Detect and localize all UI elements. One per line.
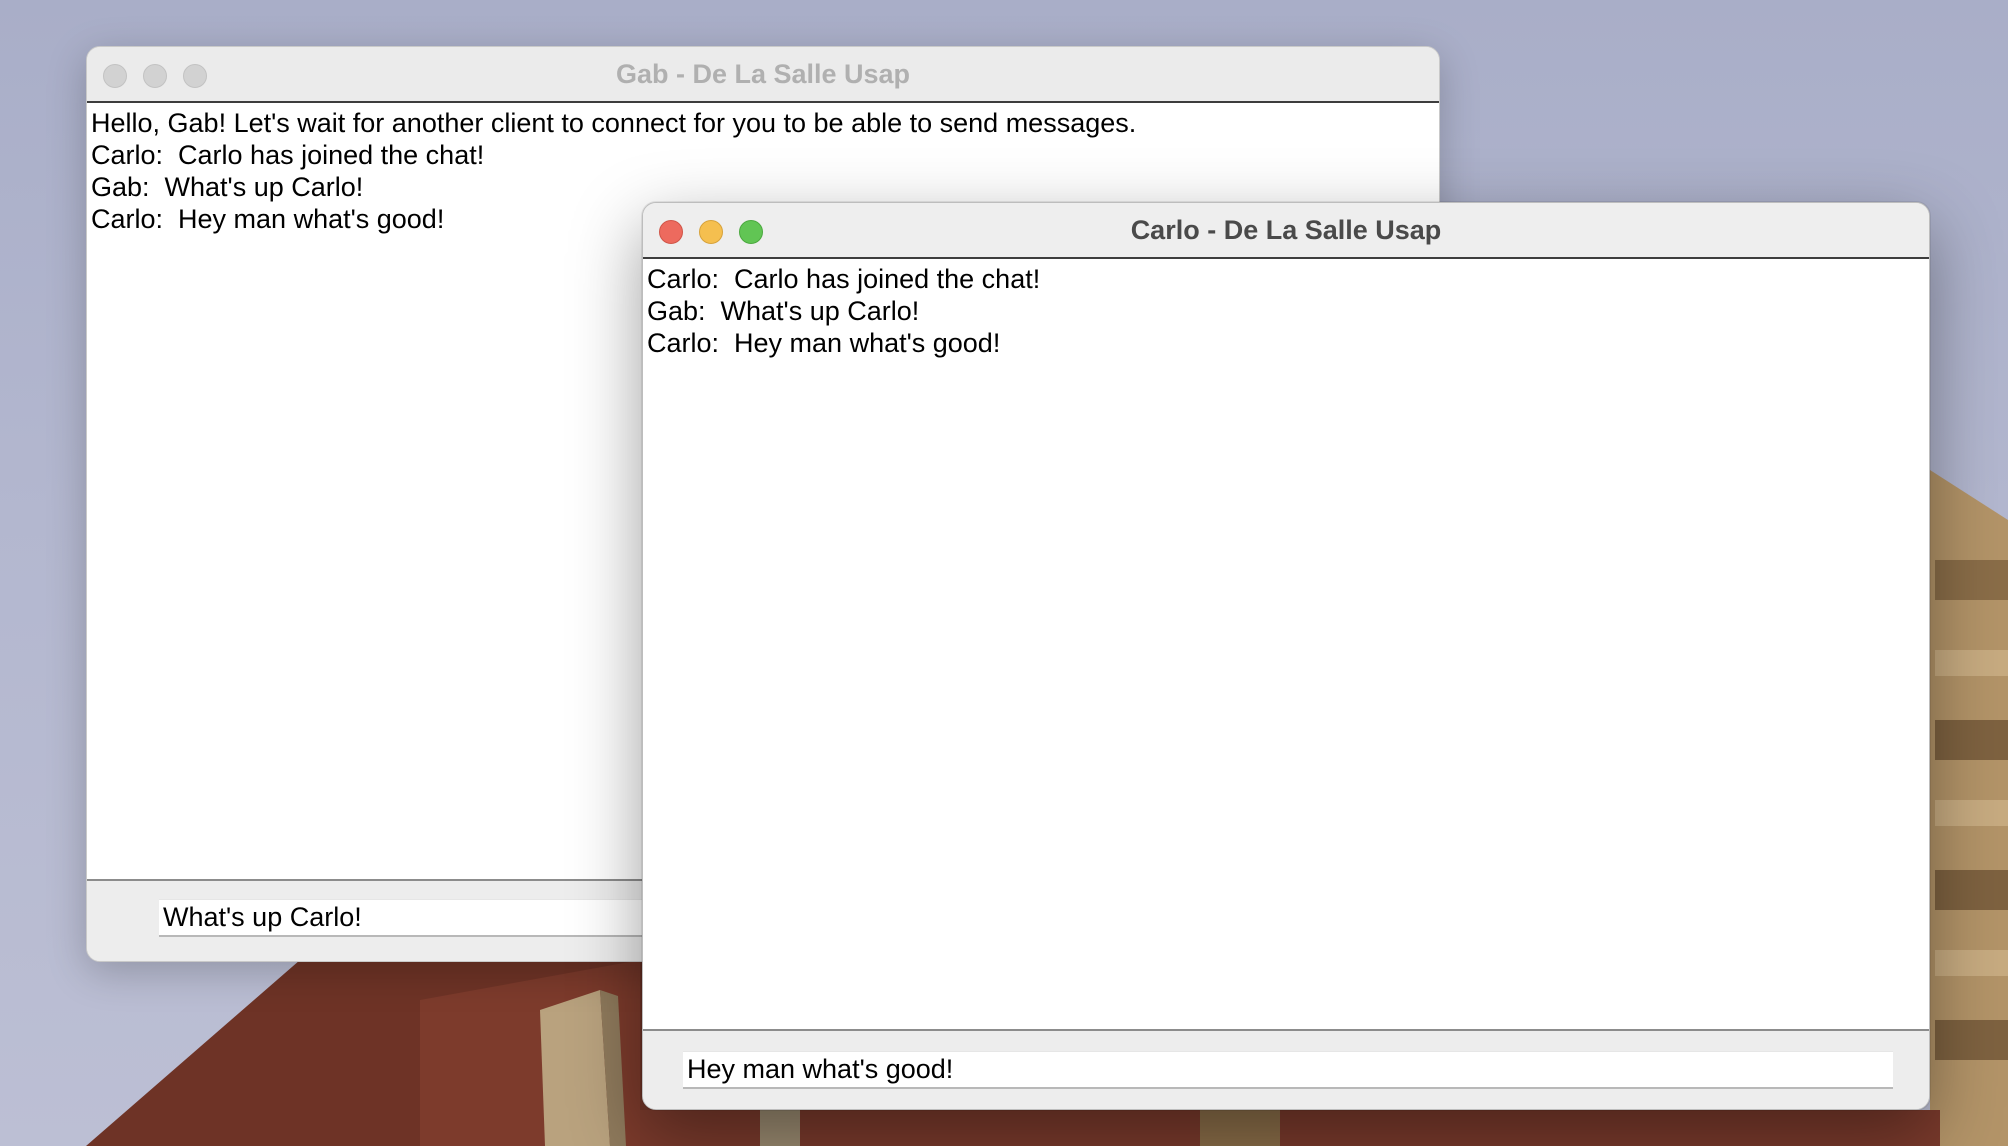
chat-message: Gab: What's up Carlo! [647,296,920,326]
chat-message: Carlo: Carlo has joined the chat! [647,264,1041,294]
title-bar[interactable]: Carlo - De La Salle Usap [643,203,1929,259]
input-bar [643,1031,1929,1109]
chat-window-carlo: Carlo - De La Salle Usap Carlo: Carlo ha… [642,202,1930,1110]
chat-message: Carlo: Hey man what's good! [647,328,1001,358]
window-title: Carlo - De La Salle Usap [1130,215,1442,245]
message-input[interactable] [683,1051,1893,1089]
chat-message: Gab: What's up Carlo! [91,172,364,202]
window-title: Gab - De La Salle Usap [615,59,911,89]
chat-message: Hello, Gab! Let's wait for another clien… [91,108,1137,138]
title-bar[interactable]: Gab - De La Salle Usap [87,47,1439,103]
chat-message: Carlo: Carlo has joined the chat! [91,140,485,170]
chat-log[interactable]: Carlo: Carlo has joined the chat! Gab: W… [643,259,1929,1031]
